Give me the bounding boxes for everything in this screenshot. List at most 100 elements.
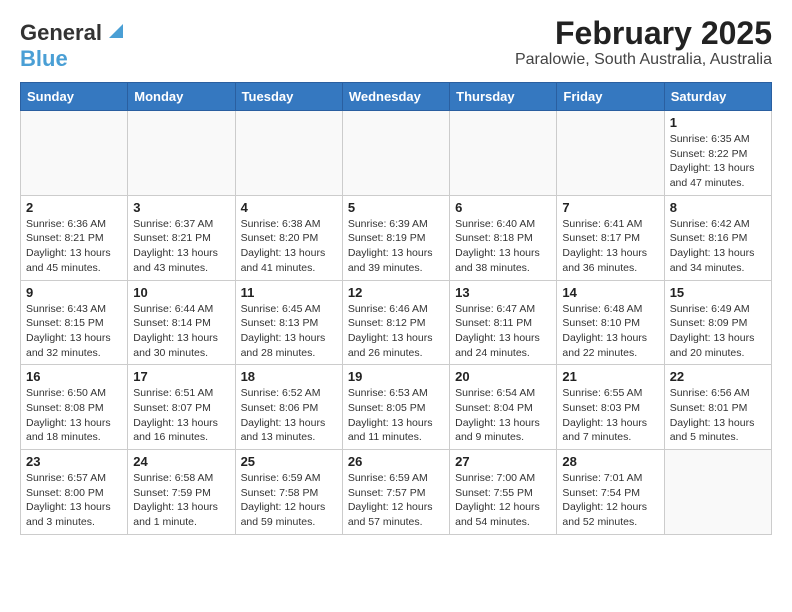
day-number: 18 — [241, 369, 337, 384]
day-info: Sunrise: 6:50 AM Sunset: 8:08 PM Dayligh… — [26, 386, 122, 445]
day-info: Sunrise: 6:43 AM Sunset: 8:15 PM Dayligh… — [26, 302, 122, 361]
page: General Blue February 2025 Paralowie, So… — [0, 0, 792, 551]
calendar-cell: 8 Sunrise: 6:42 AM Sunset: 8:16 PM Daylig… — [664, 195, 771, 280]
day-number: 25 — [241, 454, 337, 469]
calendar-cell — [342, 111, 449, 196]
day-info: Sunrise: 6:53 AM Sunset: 8:05 PM Dayligh… — [348, 386, 444, 445]
calendar-cell: 22 Sunrise: 6:56 AM Sunset: 8:01 PM Dayli… — [664, 365, 771, 450]
calendar-cell: 21 Sunrise: 6:55 AM Sunset: 8:03 PM Dayli… — [557, 365, 664, 450]
day-number: 4 — [241, 200, 337, 215]
col-saturday: Saturday — [664, 83, 771, 111]
col-friday: Friday — [557, 83, 664, 111]
calendar-cell: 13 Sunrise: 6:47 AM Sunset: 8:11 PM Dayli… — [450, 280, 557, 365]
logo-general-text: General — [20, 20, 102, 46]
day-number: 12 — [348, 285, 444, 300]
day-number: 17 — [133, 369, 229, 384]
calendar-cell: 17 Sunrise: 6:51 AM Sunset: 8:07 PM Dayli… — [128, 365, 235, 450]
day-number: 23 — [26, 454, 122, 469]
calendar-cell: 24 Sunrise: 6:58 AM Sunset: 7:59 PM Dayli… — [128, 450, 235, 535]
day-info: Sunrise: 6:44 AM Sunset: 8:14 PM Dayligh… — [133, 302, 229, 361]
day-info: Sunrise: 6:59 AM Sunset: 7:58 PM Dayligh… — [241, 471, 337, 530]
calendar-cell: 2 Sunrise: 6:36 AM Sunset: 8:21 PM Daylig… — [21, 195, 128, 280]
day-info: Sunrise: 7:00 AM Sunset: 7:55 PM Dayligh… — [455, 471, 551, 530]
day-info: Sunrise: 6:37 AM Sunset: 8:21 PM Dayligh… — [133, 217, 229, 276]
day-number: 27 — [455, 454, 551, 469]
day-info: Sunrise: 6:47 AM Sunset: 8:11 PM Dayligh… — [455, 302, 551, 361]
calendar-cell — [450, 111, 557, 196]
day-info: Sunrise: 6:36 AM Sunset: 8:21 PM Dayligh… — [26, 217, 122, 276]
calendar-header-row: Sunday Monday Tuesday Wednesday Thursday… — [21, 83, 772, 111]
day-info: Sunrise: 6:45 AM Sunset: 8:13 PM Dayligh… — [241, 302, 337, 361]
calendar-cell: 4 Sunrise: 6:38 AM Sunset: 8:20 PM Daylig… — [235, 195, 342, 280]
week-row-5: 23 Sunrise: 6:57 AM Sunset: 8:00 PM Dayli… — [21, 450, 772, 535]
calendar-cell: 25 Sunrise: 6:59 AM Sunset: 7:58 PM Dayli… — [235, 450, 342, 535]
calendar-cell: 16Sunrise: 6:50 AM Sunset: 8:08 PM Dayli… — [21, 365, 128, 450]
day-info: Sunrise: 6:56 AM Sunset: 8:01 PM Dayligh… — [670, 386, 766, 445]
day-number: 21 — [562, 369, 658, 384]
calendar-cell: 23 Sunrise: 6:57 AM Sunset: 8:00 PM Dayli… — [21, 450, 128, 535]
calendar-subtitle: Paralowie, South Australia, Australia — [515, 51, 772, 69]
day-info: Sunrise: 6:41 AM Sunset: 8:17 PM Dayligh… — [562, 217, 658, 276]
day-number: 15 — [670, 285, 766, 300]
day-number: 11 — [241, 285, 337, 300]
calendar-cell: 10 Sunrise: 6:44 AM Sunset: 8:14 PM Dayli… — [128, 280, 235, 365]
col-monday: Monday — [128, 83, 235, 111]
logo-blue-text: Blue — [20, 46, 68, 72]
calendar-cell: 26Sunrise: 6:59 AM Sunset: 7:57 PM Dayli… — [342, 450, 449, 535]
day-info: Sunrise: 6:52 AM Sunset: 8:06 PM Dayligh… — [241, 386, 337, 445]
day-number: 5 — [348, 200, 444, 215]
col-sunday: Sunday — [21, 83, 128, 111]
calendar-cell: 11 Sunrise: 6:45 AM Sunset: 8:13 PM Dayli… — [235, 280, 342, 365]
day-info: Sunrise: 6:58 AM Sunset: 7:59 PM Dayligh… — [133, 471, 229, 530]
calendar-cell: 1Sunrise: 6:35 AM Sunset: 8:22 PM Daylig… — [664, 111, 771, 196]
calendar-cell: 5Sunrise: 6:39 AM Sunset: 8:19 PM Daylig… — [342, 195, 449, 280]
calendar-cell — [21, 111, 128, 196]
day-info: Sunrise: 6:42 AM Sunset: 8:16 PM Dayligh… — [670, 217, 766, 276]
day-number: 22 — [670, 369, 766, 384]
calendar-cell: 15 Sunrise: 6:49 AM Sunset: 8:09 PM Dayli… — [664, 280, 771, 365]
day-number: 6 — [455, 200, 551, 215]
calendar-cell: 19 Sunrise: 6:53 AM Sunset: 8:05 PM Dayli… — [342, 365, 449, 450]
day-number: 14 — [562, 285, 658, 300]
day-number: 3 — [133, 200, 229, 215]
calendar-cell: 20 Sunrise: 6:54 AM Sunset: 8:04 PM Dayli… — [450, 365, 557, 450]
day-info: Sunrise: 6:51 AM Sunset: 8:07 PM Dayligh… — [133, 386, 229, 445]
day-number: 7 — [562, 200, 658, 215]
week-row-4: 16Sunrise: 6:50 AM Sunset: 8:08 PM Dayli… — [21, 365, 772, 450]
week-row-2: 2 Sunrise: 6:36 AM Sunset: 8:21 PM Daylig… — [21, 195, 772, 280]
calendar-cell — [128, 111, 235, 196]
calendar-cell: 14 Sunrise: 6:48 AM Sunset: 8:10 PM Dayli… — [557, 280, 664, 365]
day-number: 26 — [348, 454, 444, 469]
day-number: 10 — [133, 285, 229, 300]
day-number: 2 — [26, 200, 122, 215]
col-thursday: Thursday — [450, 83, 557, 111]
day-number: 28 — [562, 454, 658, 469]
calendar-cell: 27 Sunrise: 7:00 AM Sunset: 7:55 PM Dayli… — [450, 450, 557, 535]
day-info: Sunrise: 7:01 AM Sunset: 7:54 PM Dayligh… — [562, 471, 658, 530]
day-info: Sunrise: 6:40 AM Sunset: 8:18 PM Dayligh… — [455, 217, 551, 276]
day-number: 24 — [133, 454, 229, 469]
day-number: 13 — [455, 285, 551, 300]
day-info: Sunrise: 6:49 AM Sunset: 8:09 PM Dayligh… — [670, 302, 766, 361]
week-row-1: 1Sunrise: 6:35 AM Sunset: 8:22 PM Daylig… — [21, 111, 772, 196]
col-wednesday: Wednesday — [342, 83, 449, 111]
calendar-cell: 12Sunrise: 6:46 AM Sunset: 8:12 PM Dayli… — [342, 280, 449, 365]
calendar-cell: 6 Sunrise: 6:40 AM Sunset: 8:18 PM Daylig… — [450, 195, 557, 280]
day-number: 8 — [670, 200, 766, 215]
day-info: Sunrise: 6:54 AM Sunset: 8:04 PM Dayligh… — [455, 386, 551, 445]
day-number: 1 — [670, 115, 766, 130]
col-tuesday: Tuesday — [235, 83, 342, 111]
calendar-table: Sunday Monday Tuesday Wednesday Thursday… — [20, 82, 772, 535]
day-number: 9 — [26, 285, 122, 300]
day-info: Sunrise: 6:55 AM Sunset: 8:03 PM Dayligh… — [562, 386, 658, 445]
calendar-cell: 9 Sunrise: 6:43 AM Sunset: 8:15 PM Daylig… — [21, 280, 128, 365]
header: General Blue February 2025 Paralowie, So… — [20, 16, 772, 72]
day-info: Sunrise: 6:38 AM Sunset: 8:20 PM Dayligh… — [241, 217, 337, 276]
day-number: 19 — [348, 369, 444, 384]
calendar-cell: 7 Sunrise: 6:41 AM Sunset: 8:17 PM Daylig… — [557, 195, 664, 280]
day-number: 20 — [455, 369, 551, 384]
day-info: Sunrise: 6:48 AM Sunset: 8:10 PM Dayligh… — [562, 302, 658, 361]
calendar-cell: 3 Sunrise: 6:37 AM Sunset: 8:21 PM Daylig… — [128, 195, 235, 280]
week-row-3: 9 Sunrise: 6:43 AM Sunset: 8:15 PM Daylig… — [21, 280, 772, 365]
day-info: Sunrise: 6:57 AM Sunset: 8:00 PM Dayligh… — [26, 471, 122, 530]
